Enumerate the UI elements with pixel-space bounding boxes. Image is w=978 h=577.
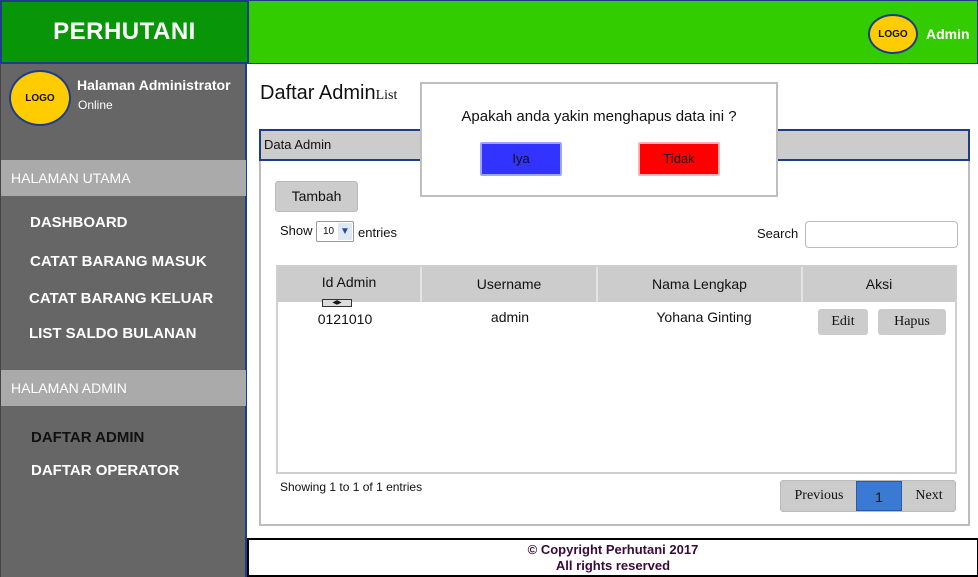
sidebar-item-list-saldo-bulanan[interactable]: LIST SALDO BULANAN — [29, 325, 197, 342]
cancel-button[interactable]: Tidak — [638, 142, 720, 176]
user-logo[interactable]: LOGO — [868, 14, 918, 54]
cell-nama-lengkap: Yohana Ginting — [656, 309, 752, 325]
profile-name: Halaman Administrator — [77, 77, 231, 93]
profile-status: Online — [78, 98, 113, 112]
next-page-button[interactable]: Next — [902, 481, 955, 511]
search-input[interactable] — [805, 221, 958, 248]
column-header-nama-lengkap[interactable]: Nama Lengkap — [598, 267, 803, 302]
dialog-message: Apakah anda yakin menghapus data ini ? — [461, 108, 737, 125]
sidebar-item-catat-barang-masuk[interactable]: CATAT BARANG MASUK — [30, 253, 207, 270]
column-header-id-admin[interactable]: Id Admin ◀▶ — [278, 267, 422, 307]
section-halaman-admin: HALAMAN ADMIN — [1, 370, 246, 406]
delete-confirm-dialog: Apakah anda yakin menghapus data ini ? I… — [420, 82, 778, 197]
profile-logo: LOGO — [9, 70, 71, 126]
cell-id-admin: 0121010 — [317, 311, 373, 327]
table-header: Id Admin ◀▶ Username Nama Lengkap Aksi — [278, 267, 955, 307]
sidebar: LOGO Halaman Administrator Online HALAMA… — [0, 64, 247, 577]
user-name[interactable]: Admin — [926, 26, 970, 42]
entries-label: entries — [358, 225, 398, 240]
cell-username: admin — [490, 309, 530, 325]
sidebar-item-daftar-admin[interactable]: DAFTAR ADMIN — [31, 429, 144, 446]
page-size-select[interactable]: 10 ▼ — [316, 221, 354, 242]
chevron-down-icon[interactable]: ▼ — [338, 223, 352, 240]
sidebar-item-catat-barang-keluar[interactable]: CATAT BARANG KELUAR — [29, 290, 213, 307]
add-button[interactable]: Tambah — [275, 181, 358, 212]
edit-button[interactable]: Edit — [818, 309, 868, 335]
footer-copyright: © Copyright Perhutani 2017 — [527, 542, 699, 557]
footer: © Copyright Perhutani 2017 All rights re… — [247, 538, 978, 577]
sidebar-item-dashboard[interactable]: DASHBOARD — [30, 214, 128, 231]
pagination: Previous 1 Next — [780, 480, 956, 512]
top-bar: LOGO Admin — [247, 0, 978, 64]
page-size-value: 10 — [323, 226, 335, 237]
page-subtitle: List — [375, 88, 398, 103]
confirm-button[interactable]: Iya — [480, 142, 562, 176]
footer-rights: All rights reserved — [555, 558, 671, 573]
column-header-username[interactable]: Username — [422, 267, 598, 302]
sidebar-item-daftar-operator[interactable]: DAFTAR OPERATOR — [31, 462, 179, 479]
admin-table: Id Admin ◀▶ Username Nama Lengkap Aksi 0… — [276, 265, 957, 474]
section-halaman-utama: HALAMAN UTAMA — [1, 160, 246, 196]
page-title: Daftar AdminList — [260, 82, 397, 105]
column-header-label: Id Admin — [321, 274, 377, 290]
page-1-button[interactable]: 1 — [856, 481, 902, 511]
column-header-aksi: Aksi — [865, 276, 893, 292]
brand-block: PERHUTANI — [0, 0, 247, 64]
previous-page-button[interactable]: Previous — [781, 481, 857, 511]
delete-button[interactable]: Hapus — [878, 309, 946, 335]
showing-info: Showing 1 to 1 of 1 entries — [280, 480, 423, 494]
column-resize-handle[interactable]: ◀▶ — [322, 299, 352, 307]
page-title-text: Daftar Admin — [260, 82, 376, 104]
search-label: Search — [757, 226, 799, 241]
brand-title: PERHUTANI — [53, 18, 196, 45]
show-label: Show — [280, 223, 313, 238]
